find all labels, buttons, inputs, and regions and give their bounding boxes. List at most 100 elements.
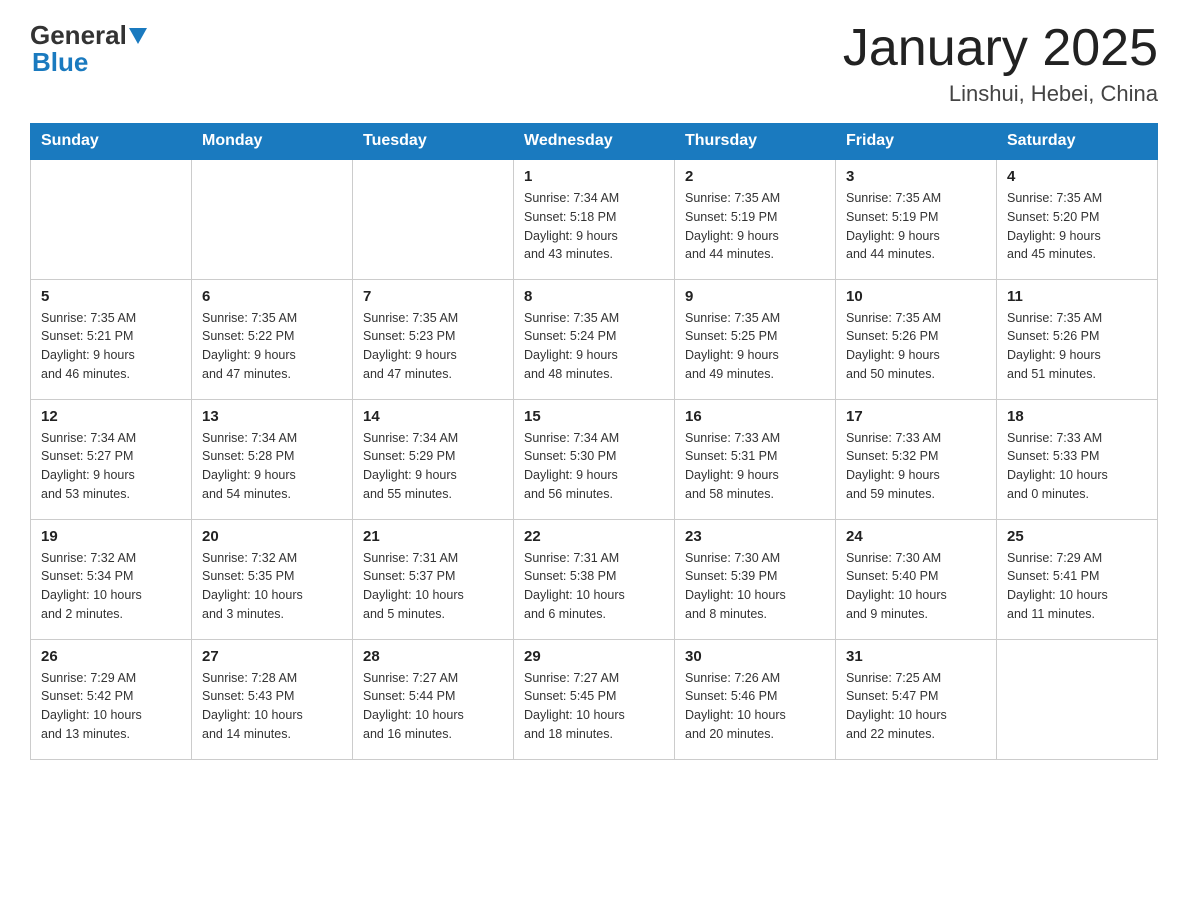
logo-triangle-icon	[129, 28, 147, 46]
day-info: Sunrise: 7:32 AM Sunset: 5:35 PM Dayligh…	[202, 549, 342, 624]
calendar-cell: 25 Sunrise: 7:29 AM Sunset: 5:41 PM Dayli…	[997, 519, 1158, 639]
day-number: 6	[202, 288, 342, 305]
calendar-cell: 21Sunrise: 7:31 AM Sunset: 5:37 PM Dayli…	[353, 519, 514, 639]
day-info: Sunrise: 7:33 AM Sunset: 5:32 PM Dayligh…	[846, 429, 986, 504]
calendar-cell: 16 Sunrise: 7:33 AM Sunset: 5:31 PM Dayli…	[675, 399, 836, 519]
day-info: Sunrise: 7:27 AM Sunset: 5:45 PM Dayligh…	[524, 669, 664, 744]
day-info: Sunrise: 7:33 AM Sunset: 5:33 PM Dayligh…	[1007, 429, 1147, 504]
day-info: Sunrise: 7:35 AM Sunset: 5:19 PM Dayligh…	[846, 189, 986, 264]
calendar-cell: 3 Sunrise: 7:35 AM Sunset: 5:19 PM Daylig…	[836, 159, 997, 279]
calendar-cell: 11 Sunrise: 7:35 AM Sunset: 5:26 PM Dayli…	[997, 279, 1158, 399]
day-info: Sunrise: 7:29 AM Sunset: 5:41 PM Dayligh…	[1007, 549, 1147, 624]
day-number: 5	[41, 288, 181, 305]
calendar-week-row: 5 Sunrise: 7:35 AM Sunset: 5:21 PM Daylig…	[31, 279, 1158, 399]
logo-blue-text: Blue	[32, 47, 88, 78]
day-info: Sunrise: 7:35 AM Sunset: 5:26 PM Dayligh…	[846, 309, 986, 384]
calendar-cell: 20 Sunrise: 7:32 AM Sunset: 5:35 PM Dayli…	[192, 519, 353, 639]
day-info: Sunrise: 7:35 AM Sunset: 5:24 PM Dayligh…	[524, 309, 664, 384]
day-number: 22	[524, 528, 664, 545]
day-info: Sunrise: 7:34 AM Sunset: 5:30 PM Dayligh…	[524, 429, 664, 504]
day-number: 3	[846, 168, 986, 185]
day-info: Sunrise: 7:35 AM Sunset: 5:23 PM Dayligh…	[363, 309, 503, 384]
calendar-cell: 5 Sunrise: 7:35 AM Sunset: 5:21 PM Daylig…	[31, 279, 192, 399]
calendar-cell	[192, 159, 353, 279]
calendar-cell: 17Sunrise: 7:33 AM Sunset: 5:32 PM Dayli…	[836, 399, 997, 519]
calendar-cell: 23 Sunrise: 7:30 AM Sunset: 5:39 PM Dayli…	[675, 519, 836, 639]
day-info: Sunrise: 7:34 AM Sunset: 5:29 PM Dayligh…	[363, 429, 503, 504]
day-info: Sunrise: 7:34 AM Sunset: 5:28 PM Dayligh…	[202, 429, 342, 504]
calendar-cell: 27Sunrise: 7:28 AM Sunset: 5:43 PM Dayli…	[192, 639, 353, 759]
column-header-sunday: Sunday	[31, 124, 192, 160]
calendar-cell: 10Sunrise: 7:35 AM Sunset: 5:26 PM Dayli…	[836, 279, 997, 399]
calendar-cell: 28 Sunrise: 7:27 AM Sunset: 5:44 PM Dayli…	[353, 639, 514, 759]
day-info: Sunrise: 7:35 AM Sunset: 5:19 PM Dayligh…	[685, 189, 825, 264]
day-info: Sunrise: 7:33 AM Sunset: 5:31 PM Dayligh…	[685, 429, 825, 504]
calendar-title: January 2025	[843, 20, 1158, 77]
day-number: 24	[846, 528, 986, 545]
column-header-tuesday: Tuesday	[353, 124, 514, 160]
calendar-cell	[997, 639, 1158, 759]
day-info: Sunrise: 7:31 AM Sunset: 5:37 PM Dayligh…	[363, 549, 503, 624]
day-info: Sunrise: 7:35 AM Sunset: 5:22 PM Dayligh…	[202, 309, 342, 384]
calendar-cell: 7Sunrise: 7:35 AM Sunset: 5:23 PM Daylig…	[353, 279, 514, 399]
day-number: 30	[685, 648, 825, 665]
day-number: 19	[41, 528, 181, 545]
calendar-cell: 26 Sunrise: 7:29 AM Sunset: 5:42 PM Dayli…	[31, 639, 192, 759]
day-info: Sunrise: 7:31 AM Sunset: 5:38 PM Dayligh…	[524, 549, 664, 624]
day-info: Sunrise: 7:34 AM Sunset: 5:27 PM Dayligh…	[41, 429, 181, 504]
day-number: 9	[685, 288, 825, 305]
column-header-monday: Monday	[192, 124, 353, 160]
day-number: 28	[363, 648, 503, 665]
calendar-cell: 19Sunrise: 7:32 AM Sunset: 5:34 PM Dayli…	[31, 519, 192, 639]
day-info: Sunrise: 7:35 AM Sunset: 5:20 PM Dayligh…	[1007, 189, 1147, 264]
calendar-cell: 9 Sunrise: 7:35 AM Sunset: 5:25 PM Daylig…	[675, 279, 836, 399]
day-info: Sunrise: 7:27 AM Sunset: 5:44 PM Dayligh…	[363, 669, 503, 744]
calendar-cell: 2 Sunrise: 7:35 AM Sunset: 5:19 PM Daylig…	[675, 159, 836, 279]
calendar-week-row: 12Sunrise: 7:34 AM Sunset: 5:27 PM Dayli…	[31, 399, 1158, 519]
calendar-cell: 18 Sunrise: 7:33 AM Sunset: 5:33 PM Dayli…	[997, 399, 1158, 519]
day-info: Sunrise: 7:34 AM Sunset: 5:18 PM Dayligh…	[524, 189, 664, 264]
day-number: 31	[846, 648, 986, 665]
day-number: 29	[524, 648, 664, 665]
calendar-cell: 24 Sunrise: 7:30 AM Sunset: 5:40 PM Dayli…	[836, 519, 997, 639]
day-info: Sunrise: 7:30 AM Sunset: 5:39 PM Dayligh…	[685, 549, 825, 624]
day-number: 18	[1007, 408, 1147, 425]
calendar-cell	[353, 159, 514, 279]
calendar-week-row: 1 Sunrise: 7:34 AM Sunset: 5:18 PM Daylig…	[31, 159, 1158, 279]
day-number: 25	[1007, 528, 1147, 545]
calendar-cell: 15 Sunrise: 7:34 AM Sunset: 5:30 PM Dayli…	[514, 399, 675, 519]
day-number: 1	[524, 168, 664, 185]
column-header-thursday: Thursday	[675, 124, 836, 160]
day-number: 13	[202, 408, 342, 425]
day-number: 26	[41, 648, 181, 665]
day-number: 14	[363, 408, 503, 425]
day-number: 2	[685, 168, 825, 185]
day-number: 20	[202, 528, 342, 545]
calendar-cell: 29 Sunrise: 7:27 AM Sunset: 5:45 PM Dayli…	[514, 639, 675, 759]
day-number: 23	[685, 528, 825, 545]
day-number: 4	[1007, 168, 1147, 185]
day-number: 15	[524, 408, 664, 425]
day-info: Sunrise: 7:35 AM Sunset: 5:25 PM Dayligh…	[685, 309, 825, 384]
day-number: 16	[685, 408, 825, 425]
day-info: Sunrise: 7:28 AM Sunset: 5:43 PM Dayligh…	[202, 669, 342, 744]
day-info: Sunrise: 7:35 AM Sunset: 5:26 PM Dayligh…	[1007, 309, 1147, 384]
calendar-cell: 30Sunrise: 7:26 AM Sunset: 5:46 PM Dayli…	[675, 639, 836, 759]
calendar-cell: 8Sunrise: 7:35 AM Sunset: 5:24 PM Daylig…	[514, 279, 675, 399]
day-info: Sunrise: 7:30 AM Sunset: 5:40 PM Dayligh…	[846, 549, 986, 624]
calendar-cell: 14 Sunrise: 7:34 AM Sunset: 5:29 PM Dayli…	[353, 399, 514, 519]
title-block: January 2025 Linshui, Hebei, China	[843, 20, 1158, 107]
calendar-header-row: SundayMondayTuesdayWednesdayThursdayFrid…	[31, 124, 1158, 160]
calendar-week-row: 19Sunrise: 7:32 AM Sunset: 5:34 PM Dayli…	[31, 519, 1158, 639]
day-info: Sunrise: 7:35 AM Sunset: 5:21 PM Dayligh…	[41, 309, 181, 384]
day-info: Sunrise: 7:29 AM Sunset: 5:42 PM Dayligh…	[41, 669, 181, 744]
calendar-cell	[31, 159, 192, 279]
calendar-cell: 22 Sunrise: 7:31 AM Sunset: 5:38 PM Dayli…	[514, 519, 675, 639]
calendar-subtitle: Linshui, Hebei, China	[843, 81, 1158, 107]
logo: General Blue	[30, 20, 147, 78]
column-header-wednesday: Wednesday	[514, 124, 675, 160]
day-number: 11	[1007, 288, 1147, 305]
calendar-table: SundayMondayTuesdayWednesdayThursdayFrid…	[30, 123, 1158, 760]
page-header: General Blue January 2025 Linshui, Hebei…	[30, 20, 1158, 107]
calendar-cell: 12Sunrise: 7:34 AM Sunset: 5:27 PM Dayli…	[31, 399, 192, 519]
